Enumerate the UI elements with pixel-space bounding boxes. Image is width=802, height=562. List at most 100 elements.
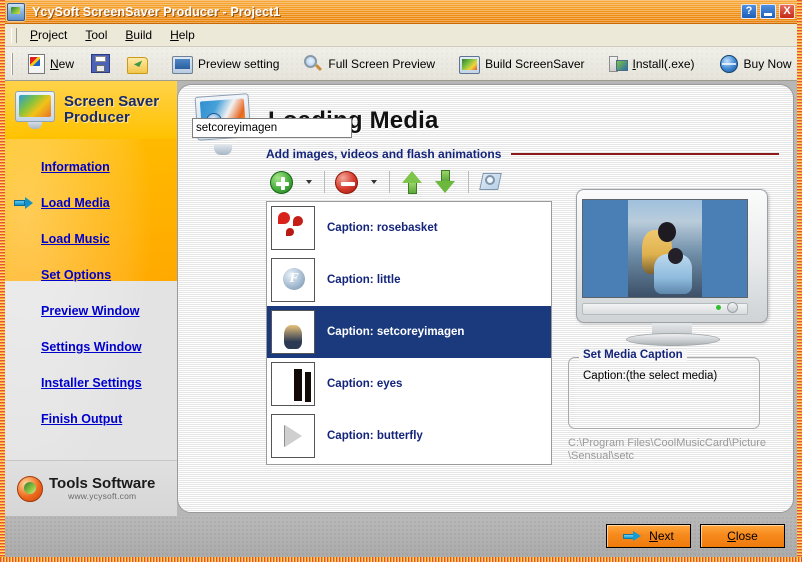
list-item-caption: Caption: setcoreyimagen (327, 326, 465, 338)
sidebar-item-preview-window[interactable]: Preview Window (5, 293, 177, 329)
move-up-button[interactable] (396, 167, 429, 197)
title-bar: YcySoft ScreenSaver Producer - Project1 … (0, 0, 802, 24)
toolbar-buy-now-label: Buy Now (743, 56, 792, 71)
arrow-right-icon (623, 530, 642, 542)
sidebar-item-set-options[interactable]: Set Options (5, 257, 177, 293)
remove-circle-icon (335, 170, 358, 194)
media-file-path: C:\Program Files\CoolMusicCard\Picture\S… (568, 437, 767, 462)
sidebar-item-load-media[interactable]: Load Media (5, 185, 177, 221)
sidebar-item-label: Installer Settings (41, 376, 142, 390)
set-media-caption-group: Set Media Caption Caption:(the select me… (568, 349, 760, 429)
open-folder-icon (127, 56, 149, 74)
toolbar-build-screensaver-button[interactable]: Build ScreenSaver (451, 50, 592, 78)
toolbar-full-screen-preview-button[interactable]: Full Screen Preview (295, 50, 443, 78)
media-toolbar-separator (324, 171, 325, 193)
menu-grip[interactable] (11, 27, 17, 43)
toolbar-buy-now-button[interactable]: Buy Now (711, 50, 800, 78)
sidebar-item-label: Load Media (41, 196, 110, 210)
remove-media-dropdown[interactable] (362, 177, 383, 187)
list-item[interactable]: Caption: rosebasket (267, 202, 551, 254)
close-wizard-button[interactable]: Close (700, 524, 785, 548)
save-floppy-icon (91, 54, 111, 73)
window-border-right (797, 0, 802, 562)
sidebar-item-finish-output[interactable]: Finish Output (5, 401, 177, 437)
list-item[interactable]: Caption: butterfly (267, 410, 551, 462)
arrow-down-icon (435, 170, 456, 194)
sidebar-item-label: Finish Output (41, 412, 123, 426)
sidebar-item-label: Set Options (41, 268, 112, 282)
close-button-label: Close (727, 529, 758, 543)
group-legend: Set Media Caption (579, 349, 687, 361)
sidebar-footer: Tools Software www.ycysoft.com (5, 460, 177, 516)
minimize-button[interactable] (760, 4, 776, 19)
build-monitor-icon (459, 55, 481, 74)
help-button[interactable]: ? (741, 4, 757, 19)
list-item[interactable]: Caption: eyes (267, 358, 551, 410)
tools-software-logo (17, 475, 43, 502)
sidebar-item-load-music[interactable]: Load Music (5, 221, 177, 257)
sidebar: Screen Saver Producer Information Load M… (5, 81, 177, 516)
list-item-caption: Caption: rosebasket (327, 222, 438, 234)
menu-item-tool[interactable]: Tool (76, 25, 116, 45)
app-icon (7, 2, 25, 21)
product-title-line1: Screen Saver (64, 92, 160, 110)
eyes-thumb (271, 362, 315, 406)
sidebar-item-information[interactable]: Information (5, 149, 177, 185)
monitor-screen (582, 199, 748, 298)
product-title-line2: Producer (64, 109, 130, 126)
menu-bar: Project Tool Build Help (5, 24, 797, 47)
monitor-base (626, 333, 720, 346)
sidebar-item-label: Load Music (41, 232, 110, 246)
sidebar-nav: Information Load Media Load Music Set Op… (5, 139, 177, 437)
brand-url: www.ycysoft.com (68, 490, 137, 501)
remove-media-button[interactable] (331, 168, 362, 197)
menu-item-project[interactable]: Project (21, 25, 76, 45)
toolbar-new-button[interactable]: New (18, 50, 82, 78)
menu-item-help[interactable]: Help (161, 25, 204, 45)
window-controls: ? X (741, 4, 795, 19)
list-item[interactable]: Caption: setcoreyimagen (267, 306, 551, 358)
sidebar-item-settings-window[interactable]: Settings Window (5, 329, 177, 365)
main-panel: Loading Media Add images, videos and fla… (177, 84, 794, 513)
toolbar-save-button[interactable] (82, 49, 119, 78)
toolbar-preview-setting-label: Preview setting (198, 56, 280, 71)
rosebasket-thumb (271, 206, 315, 250)
add-media-dropdown[interactable] (297, 177, 318, 187)
preview-monitor (570, 189, 776, 349)
menu-item-build[interactable]: Build (116, 25, 161, 45)
setcoreyimagen-thumb (271, 310, 315, 354)
sidebar-branding: Screen Saver Producer (5, 81, 177, 139)
header-rule (511, 153, 779, 155)
toolbar: New Preview setting Full Screen Preview … (5, 47, 797, 81)
current-step-arrow-icon (14, 197, 34, 209)
page-subtitle-row: Add images, videos and flash animations (266, 147, 779, 161)
list-item-caption: Caption: eyes (327, 378, 403, 390)
monitor-icon (172, 55, 194, 74)
toolbar-open-button[interactable] (119, 50, 156, 78)
toolbar-grip[interactable] (11, 52, 13, 75)
chevron-down-icon (371, 180, 377, 184)
toolbar-build-screensaver-label: Build ScreenSaver (485, 56, 585, 71)
close-button[interactable]: X (779, 4, 795, 19)
media-properties-button[interactable] (475, 168, 507, 196)
brand-name: Tools Software (49, 475, 156, 493)
media-toolbar (266, 167, 507, 197)
toolbar-install-button[interactable]: Install(.exe) (601, 51, 703, 77)
toolbar-full-screen-preview-label: Full Screen Preview (328, 56, 436, 71)
next-button[interactable]: Next (606, 524, 691, 548)
new-document-icon (28, 53, 45, 74)
globe-icon (719, 54, 738, 73)
tools-software-brand: Tools Software www.ycysoft.com (49, 476, 155, 501)
list-item-caption: Caption: butterfly (327, 430, 423, 442)
caption-input[interactable] (192, 118, 352, 138)
toolbar-install-label: Install(.exe) (632, 56, 695, 71)
move-down-button[interactable] (429, 167, 462, 197)
sidebar-item-label: Information (41, 160, 110, 174)
list-item[interactable]: Caption: little (267, 254, 551, 306)
media-list[interactable]: Caption: rosebasket Caption: little Capt… (266, 201, 552, 465)
sidebar-item-label: Preview Window (41, 304, 140, 318)
add-media-button[interactable] (266, 168, 297, 197)
window-title: YcySoft ScreenSaver Producer - Project1 (32, 4, 281, 19)
sidebar-item-installer-settings[interactable]: Installer Settings (5, 365, 177, 401)
toolbar-preview-setting-button[interactable]: Preview setting (164, 50, 287, 78)
